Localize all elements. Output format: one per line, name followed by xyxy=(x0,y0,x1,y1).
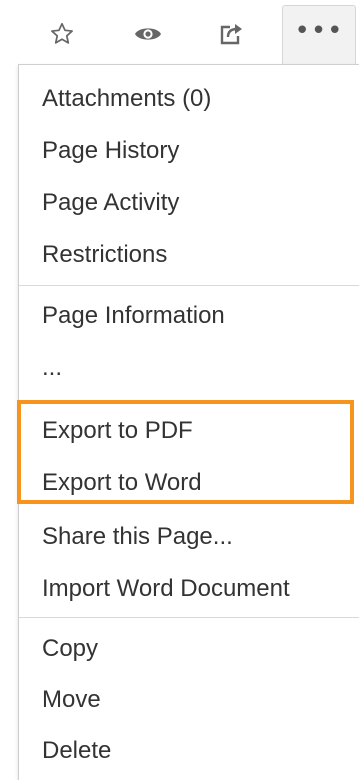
favourite-button[interactable] xyxy=(40,8,84,60)
menu-item-import-word[interactable]: Import Word Document xyxy=(42,567,290,611)
watch-button[interactable] xyxy=(124,8,172,60)
menu-item-delete[interactable]: Delete xyxy=(42,729,111,773)
menu-item-restrictions[interactable]: Restrictions xyxy=(42,233,167,277)
menu-divider xyxy=(19,617,359,618)
menu-item-more[interactable]: ... xyxy=(42,346,62,390)
menu-item-export-pdf[interactable]: Export to PDF xyxy=(42,409,193,453)
page: ••• Attachments (0) Page History Page Ac… xyxy=(0,0,359,780)
menu-item-page-activity[interactable]: Page Activity xyxy=(42,181,179,225)
page-toolbar: ••• xyxy=(0,0,359,66)
menu-item-attachments[interactable]: Attachments (0) xyxy=(42,77,211,121)
menu-divider xyxy=(19,285,359,286)
menu-item-page-history[interactable]: Page History xyxy=(42,129,179,173)
menu-item-page-information[interactable]: Page Information xyxy=(42,294,225,338)
more-actions-button[interactable]: ••• xyxy=(282,5,356,65)
more-icon: ••• xyxy=(294,15,344,46)
share-button[interactable] xyxy=(208,8,256,60)
menu-item-export-word[interactable]: Export to Word xyxy=(42,461,202,505)
eye-icon xyxy=(135,28,161,40)
star-icon xyxy=(51,22,73,44)
menu-item-move[interactable]: Move xyxy=(42,678,101,722)
menu-item-copy[interactable]: Copy xyxy=(42,627,98,671)
share-icon xyxy=(220,24,242,45)
more-actions-menu: Attachments (0) Page History Page Activi… xyxy=(18,64,359,780)
menu-item-share-page[interactable]: Share this Page... xyxy=(42,515,233,559)
